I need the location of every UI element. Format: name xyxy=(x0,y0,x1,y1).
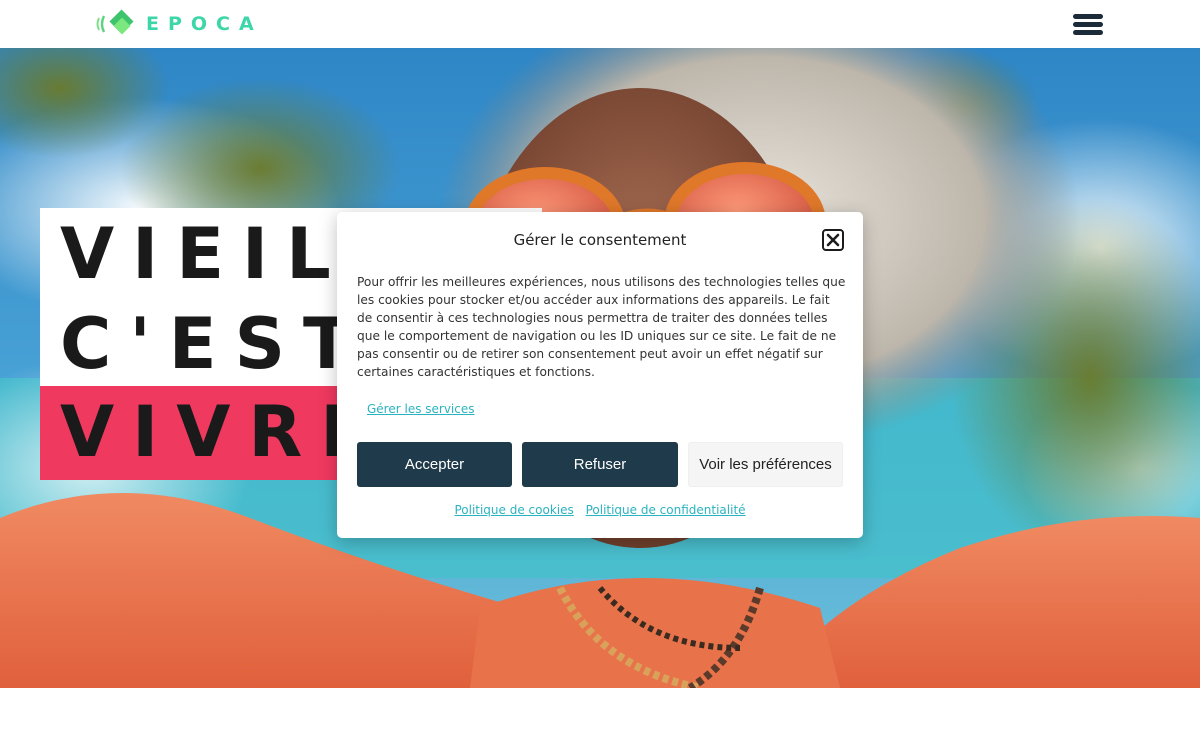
hamburger-menu-icon[interactable] xyxy=(1072,12,1104,36)
logo-text: EPOCA xyxy=(146,13,263,35)
consent-title: Gérer le consentement xyxy=(513,231,687,249)
accept-button[interactable]: Accepter xyxy=(357,442,512,487)
site-header: EPOCA xyxy=(0,0,1200,48)
privacy-policy-link[interactable]: Politique de confidentialité xyxy=(586,503,746,517)
cookie-policy-link[interactable]: Politique de cookies xyxy=(454,503,573,517)
consent-dialog: Gérer le consentement Pour offrir les me… xyxy=(337,212,863,538)
logo[interactable]: EPOCA xyxy=(96,8,263,40)
logo-icon xyxy=(96,9,134,35)
close-icon[interactable] xyxy=(822,229,844,251)
consent-text: Pour offrir les meilleures expériences, … xyxy=(357,275,846,379)
preferences-button[interactable]: Voir les préférences xyxy=(688,442,843,487)
refuse-button[interactable]: Refuser xyxy=(522,442,678,487)
policy-links: Politique de cookies Politique de confid… xyxy=(337,503,863,517)
manage-services-link[interactable]: Gérer les services xyxy=(367,402,475,416)
